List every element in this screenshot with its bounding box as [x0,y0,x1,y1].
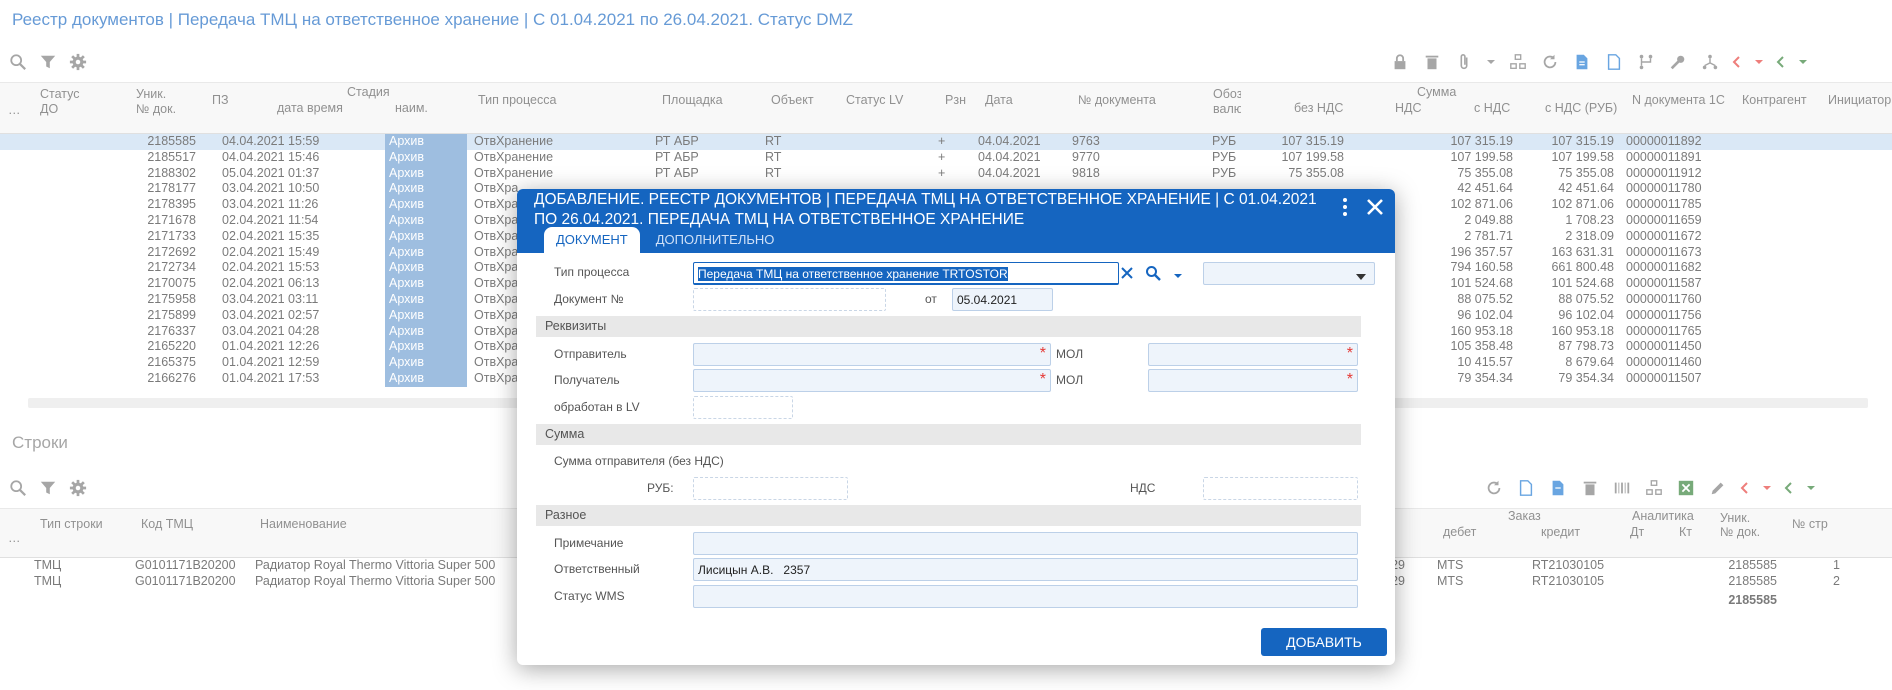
process-type-field[interactable]: Передача ТМЦ на ответственное хранение T… [693,262,1119,285]
wms-status-label: Статус WMS [554,589,625,603]
requisites-band: Реквизиты [536,316,1361,337]
responsible-label: Ответственный [554,562,640,576]
sender-field[interactable]: * [693,343,1051,366]
vat-label: НДС [1130,481,1156,495]
sender-sum-label: Сумма отправителя (без НДС) [554,454,724,468]
mol-label: МОЛ [1056,347,1084,361]
wms-status-field[interactable] [693,585,1358,608]
magnifier-icon[interactable] [1145,265,1161,281]
sender-label: Отправитель [554,347,627,361]
dialog-tabs: Документ Дополнительно [544,227,786,253]
processed-lv-label: обработан в LV [554,400,640,414]
from-date-field[interactable]: 05.04.2021 [952,288,1053,311]
tab-document[interactable]: Документ [544,227,640,253]
required-marker: * [1039,371,1046,388]
close-icon[interactable] [1363,195,1387,219]
required-marker: * [1039,345,1046,362]
from-label: от [925,292,937,306]
chevron-down-icon[interactable] [1173,269,1183,278]
misc-band: Разное [536,505,1361,526]
chevron-down-icon [1356,270,1366,280]
kebab-icon[interactable] [1335,195,1355,219]
required-marker: * [1346,371,1353,388]
sum-band: Сумма [536,424,1361,445]
doc-no-label: Документ № [554,292,624,306]
vat-sum-field[interactable] [1203,477,1358,500]
receiver-field[interactable]: * [693,369,1051,392]
processed-lv-field[interactable] [693,396,793,419]
add-button[interactable]: Добавить [1261,628,1387,656]
process-type-extra-select[interactable] [1203,262,1375,285]
rub-sum-field[interactable] [693,477,848,500]
process-type-label: Тип процесса [554,265,630,279]
required-marker: * [1346,345,1353,362]
note-field[interactable] [693,532,1358,555]
tab-additional[interactable]: Дополнительно [644,227,787,253]
note-label: Примечание [554,536,624,550]
rub-label: РУБ: [647,481,674,495]
process-type-value: Передача ТМЦ на ответственное хранение T… [698,267,1008,281]
sender-mol-field[interactable]: * [1148,343,1358,366]
receiver-label: Получатель [554,373,620,387]
doc-no-field[interactable] [693,288,886,311]
receiver-mol-field[interactable]: * [1148,369,1358,392]
mol2-label: МОЛ [1056,373,1084,387]
dialog-title: Добавление. Реестр документов | Передача… [534,191,1317,228]
clear-icon[interactable] [1120,266,1134,280]
responsible-field[interactable]: Лисицын А.В. 2357 [693,558,1358,581]
dialog-header: Добавление. Реестр документов | Передача… [517,189,1395,253]
add-document-dialog: Добавление. Реестр документов | Передача… [517,189,1395,665]
